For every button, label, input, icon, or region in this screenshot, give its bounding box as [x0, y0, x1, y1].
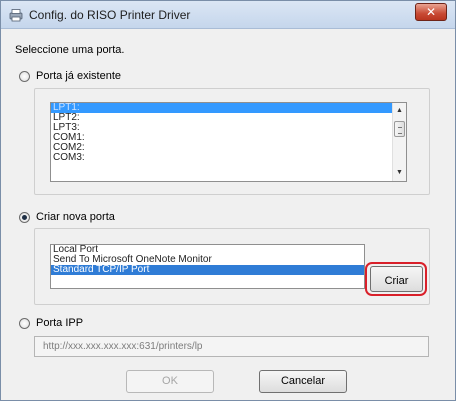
printer-driver-config-dialog: Config. do RISO Printer Driver ✕ Selecci…	[0, 0, 456, 401]
new-port-list[interactable]: Local Port Send To Microsoft OneNote Mon…	[50, 244, 365, 289]
radio-existing-port[interactable]: Porta já existente	[19, 70, 121, 82]
existing-port-group: LPT1: LPT2: LPT3: COM1: COM2: COM3: ▲ ▼	[34, 88, 430, 195]
radio-label-existing-port: Porta já existente	[36, 70, 121, 82]
list-item[interactable]: COM3:	[51, 153, 406, 163]
list-item[interactable]: COM1:	[51, 133, 406, 143]
radio-label-new-port: Criar nova porta	[36, 211, 115, 223]
title-bar[interactable]: Config. do RISO Printer Driver ✕	[1, 1, 455, 29]
list-item[interactable]: COM2:	[51, 143, 406, 153]
callout-highlight	[365, 262, 427, 296]
radio-ipp-port[interactable]: Porta IPP	[19, 317, 83, 329]
radio-button-existing-port[interactable]	[19, 70, 30, 82]
printer-icon	[9, 9, 23, 22]
radio-button-new-port[interactable]	[19, 211, 30, 223]
list-item[interactable]: LPT3:	[51, 123, 406, 133]
cancel-button[interactable]: Cancelar	[259, 370, 347, 393]
scroll-thumb[interactable]	[394, 121, 405, 137]
close-button[interactable]: ✕	[415, 3, 447, 21]
list-item[interactable]: LPT1:	[51, 103, 406, 113]
radio-label-ipp-port: Porta IPP	[36, 317, 84, 329]
radio-new-port[interactable]: Criar nova porta	[19, 211, 115, 223]
ok-button[interactable]: OK	[126, 370, 214, 393]
list-item[interactable]: Standard TCP/IP Port	[51, 265, 364, 275]
vertical-scrollbar[interactable]: ▲ ▼	[392, 103, 406, 181]
scroll-up-arrow-icon[interactable]: ▲	[393, 104, 406, 118]
close-icon: ✕	[425, 5, 437, 19]
ipp-url-field[interactable]: http://xxx.xxx.xxx.xxx:631/printers/lp	[34, 336, 429, 357]
list-item[interactable]: LPT2:	[51, 113, 406, 123]
scroll-down-arrow-icon[interactable]: ▼	[393, 166, 406, 180]
instruction-text: Seleccione uma porta.	[15, 44, 125, 56]
radio-button-ipp-port[interactable]	[19, 317, 30, 329]
existing-port-list[interactable]: LPT1: LPT2: LPT3: COM1: COM2: COM3: ▲ ▼	[50, 102, 407, 182]
window-title: Config. do RISO Printer Driver	[29, 8, 191, 22]
